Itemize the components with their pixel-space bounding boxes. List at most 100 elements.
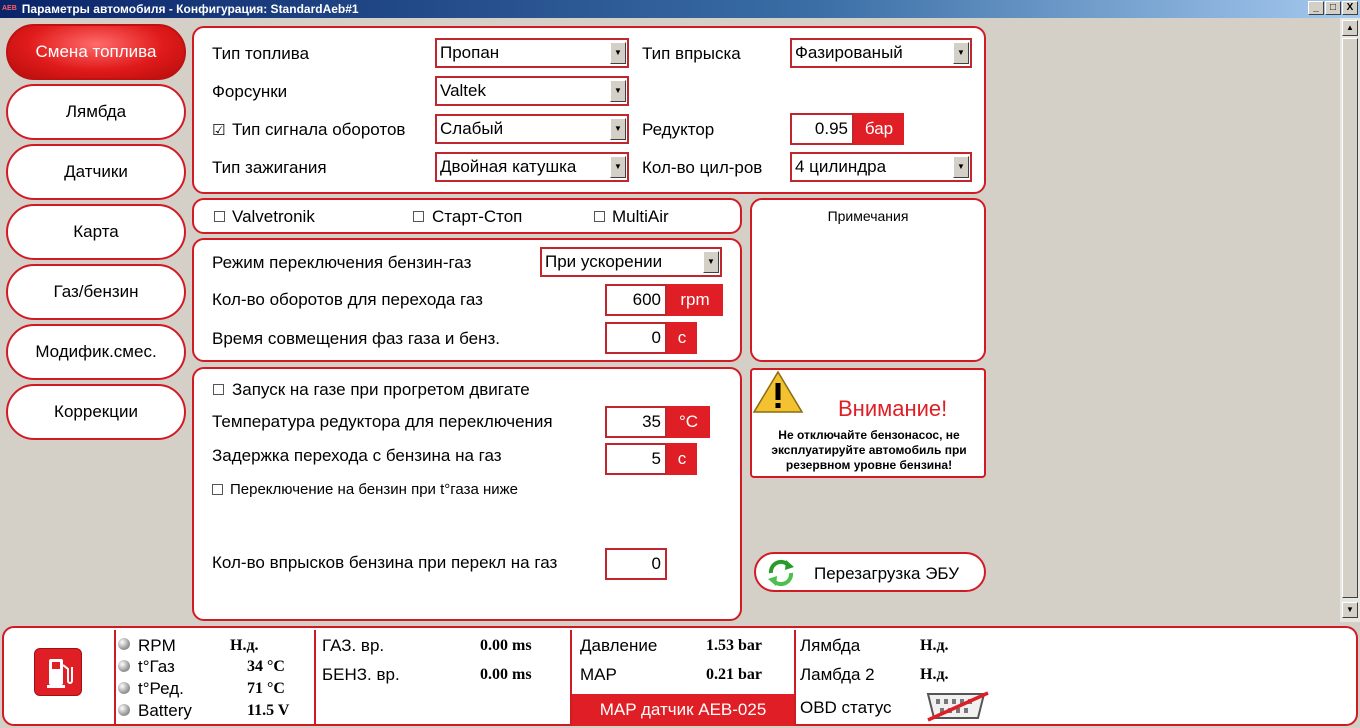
petrol-switch-label: Переключение на бензин при t°газа ниже <box>230 481 519 498</box>
valvetronik-checkbox[interactable] <box>214 211 225 222</box>
dropdown-arrow-icon: ▼ <box>610 118 626 140</box>
reset-ecu-button[interactable]: Перезагрузка ЭБУ <box>754 552 986 592</box>
delay-unit: с <box>667 443 697 475</box>
dropdown-arrow-icon: ▼ <box>953 42 969 64</box>
gas-temp-led-icon <box>118 660 130 672</box>
reducer-temp-status-label: t°Ред. <box>138 679 184 698</box>
switch-rpm-input[interactable]: 600 <box>605 284 667 316</box>
dropdown-arrow-icon: ▼ <box>703 251 719 273</box>
nav-fuel-switch[interactable]: Смена топлива <box>6 24 186 80</box>
fuel-pump-button[interactable] <box>34 648 82 696</box>
app-icon: AEB <box>2 5 17 12</box>
petrol-switch-checkbox[interactable] <box>212 484 223 495</box>
rpm-signal-select[interactable]: Слабый ▼ <box>435 114 629 144</box>
cylinders-label: Кол-во цил-ров <box>642 158 763 177</box>
ignition-label: Тип зажигания <box>212 158 327 177</box>
gas-time-value: 0.00 ms <box>480 637 532 654</box>
divider <box>794 630 796 726</box>
rpm-label: RPM <box>138 636 176 655</box>
dropdown-arrow-icon: ▼ <box>610 42 626 64</box>
reducer-pressure-input[interactable]: 0.95 <box>790 113 854 145</box>
valvetronik-label: Valvetronik <box>232 207 315 226</box>
petrol-time-label: БЕНЗ. вр. <box>322 665 400 684</box>
rpm-signal-label: Тип сигнала оборотов <box>232 120 406 139</box>
cylinders-select[interactable]: 4 цилиндра ▼ <box>790 152 972 182</box>
gas-temp-label: t°Газ <box>138 657 175 676</box>
start-stop-label: Старт-Стоп <box>432 207 523 226</box>
rpm-led-icon <box>118 638 130 650</box>
ignition-select[interactable]: Двойная катушка ▼ <box>435 152 629 182</box>
petrol-injections-input[interactable]: 0 <box>605 548 667 580</box>
nav-lambda[interactable]: Лямбда <box>6 84 186 140</box>
reducer-temp-led-icon <box>118 682 130 694</box>
injectors-select[interactable]: Valtek ▼ <box>435 76 629 106</box>
close-button[interactable]: X <box>1342 1 1358 15</box>
scroll-thumb[interactable] <box>1342 38 1358 598</box>
fuel-type-value: Пропан <box>440 43 500 62</box>
petrol-time-value: 0.00 ms <box>480 666 532 683</box>
nav-gas-petrol[interactable]: Газ/бензин <box>6 264 186 320</box>
reducer-label: Редуктор <box>642 120 715 139</box>
lambda2-label: Ламбда 2 <box>800 665 875 684</box>
fuel-pump-icon <box>47 659 73 688</box>
overlap-time-unit: с <box>667 322 697 354</box>
vertical-scrollbar[interactable]: ▲ ▼ <box>1340 18 1360 622</box>
reducer-temp-label: Температура редуктора для переключения <box>212 412 553 431</box>
injection-type-select[interactable]: Фазированый ▼ <box>790 38 972 68</box>
start-stop-checkbox[interactable] <box>413 211 424 222</box>
cylinders-value: 4 цилиндра <box>795 157 887 176</box>
multiair-checkbox[interactable] <box>594 211 605 222</box>
ignition-value: Двойная катушка <box>440 157 577 176</box>
scroll-down-button[interactable]: ▼ <box>1342 602 1358 618</box>
fuel-type-select[interactable]: Пропан ▼ <box>435 38 629 68</box>
injectors-value: Valtek <box>440 81 486 100</box>
scroll-up-button[interactable]: ▲ <box>1342 20 1358 36</box>
maximize-button[interactable]: □ <box>1325 1 1341 15</box>
reducer-temp-unit: °C <box>667 406 710 438</box>
nav-map[interactable]: Карта <box>6 204 186 260</box>
overlap-time-input[interactable]: 0 <box>605 322 667 354</box>
nav-sensors[interactable]: Датчики <box>6 144 186 200</box>
rpm-signal-checkbox[interactable]: ☑ <box>212 121 225 139</box>
injection-type-value: Фазированый <box>795 43 903 62</box>
delay-label: Задержка перехода с бензина на газ <box>212 446 502 465</box>
divider <box>314 630 316 726</box>
injection-type-label: Тип впрыска <box>642 44 741 63</box>
lambda2-value: Н.д. <box>920 666 949 683</box>
map-label: MAP <box>580 665 617 684</box>
window-titlebar: AEB Параметры автомобиля - Конфигурация:… <box>0 0 1360 18</box>
nav-corrections[interactable]: Коррекции <box>6 384 186 440</box>
divider <box>114 630 116 726</box>
reducer-temp-input[interactable]: 35 <box>605 406 667 438</box>
warning-text: Не отключайте бензонасос, не эксплуатиру… <box>771 428 967 472</box>
minimize-button[interactable]: _ <box>1308 1 1324 15</box>
gas-time-label: ГАЗ. вр. <box>322 636 385 655</box>
refresh-icon <box>768 559 794 587</box>
obd-connector-icon <box>926 691 989 722</box>
dropdown-arrow-icon: ▼ <box>610 156 626 178</box>
dropdown-arrow-icon: ▼ <box>953 156 969 178</box>
battery-value: 11.5 V <box>247 702 290 719</box>
obd-status-label: OBD статус <box>800 698 892 717</box>
warning-title: Внимание! <box>838 396 948 421</box>
switch-mode-label: Режим переключения бензин-газ <box>212 253 472 272</box>
notes-title: Примечания <box>827 208 909 224</box>
nav-mixture-modifier[interactable]: Модифик.смес. <box>6 324 186 380</box>
switch-mode-select[interactable]: При ускорении ▼ <box>540 247 722 277</box>
battery-label: Battery <box>138 701 192 720</box>
reducer-temp-status-value: 71 °C <box>247 680 285 697</box>
start-on-gas-checkbox[interactable] <box>213 384 224 395</box>
overlap-time-label: Время совмещения фаз газа и бенз. <box>212 329 501 348</box>
switch-rpm-label: Кол-во оборотов для перехода газ <box>212 290 483 309</box>
pressure-value: 1.53 bar <box>706 637 762 654</box>
rpm-value: Н.д. <box>230 637 259 654</box>
rpm-signal-value: Слабый <box>440 119 504 138</box>
delay-input[interactable]: 5 <box>605 443 667 475</box>
injectors-label: Форсунки <box>212 82 288 101</box>
lambda-value: Н.д. <box>920 637 949 654</box>
reset-ecu-label: Перезагрузка ЭБУ <box>814 564 959 583</box>
start-on-gas-label: Запуск на газе при прогретом двигате <box>232 380 530 399</box>
dropdown-arrow-icon: ▼ <box>610 80 626 102</box>
reducer-unit: бар <box>854 113 904 145</box>
multiair-label: MultiAir <box>612 207 669 226</box>
